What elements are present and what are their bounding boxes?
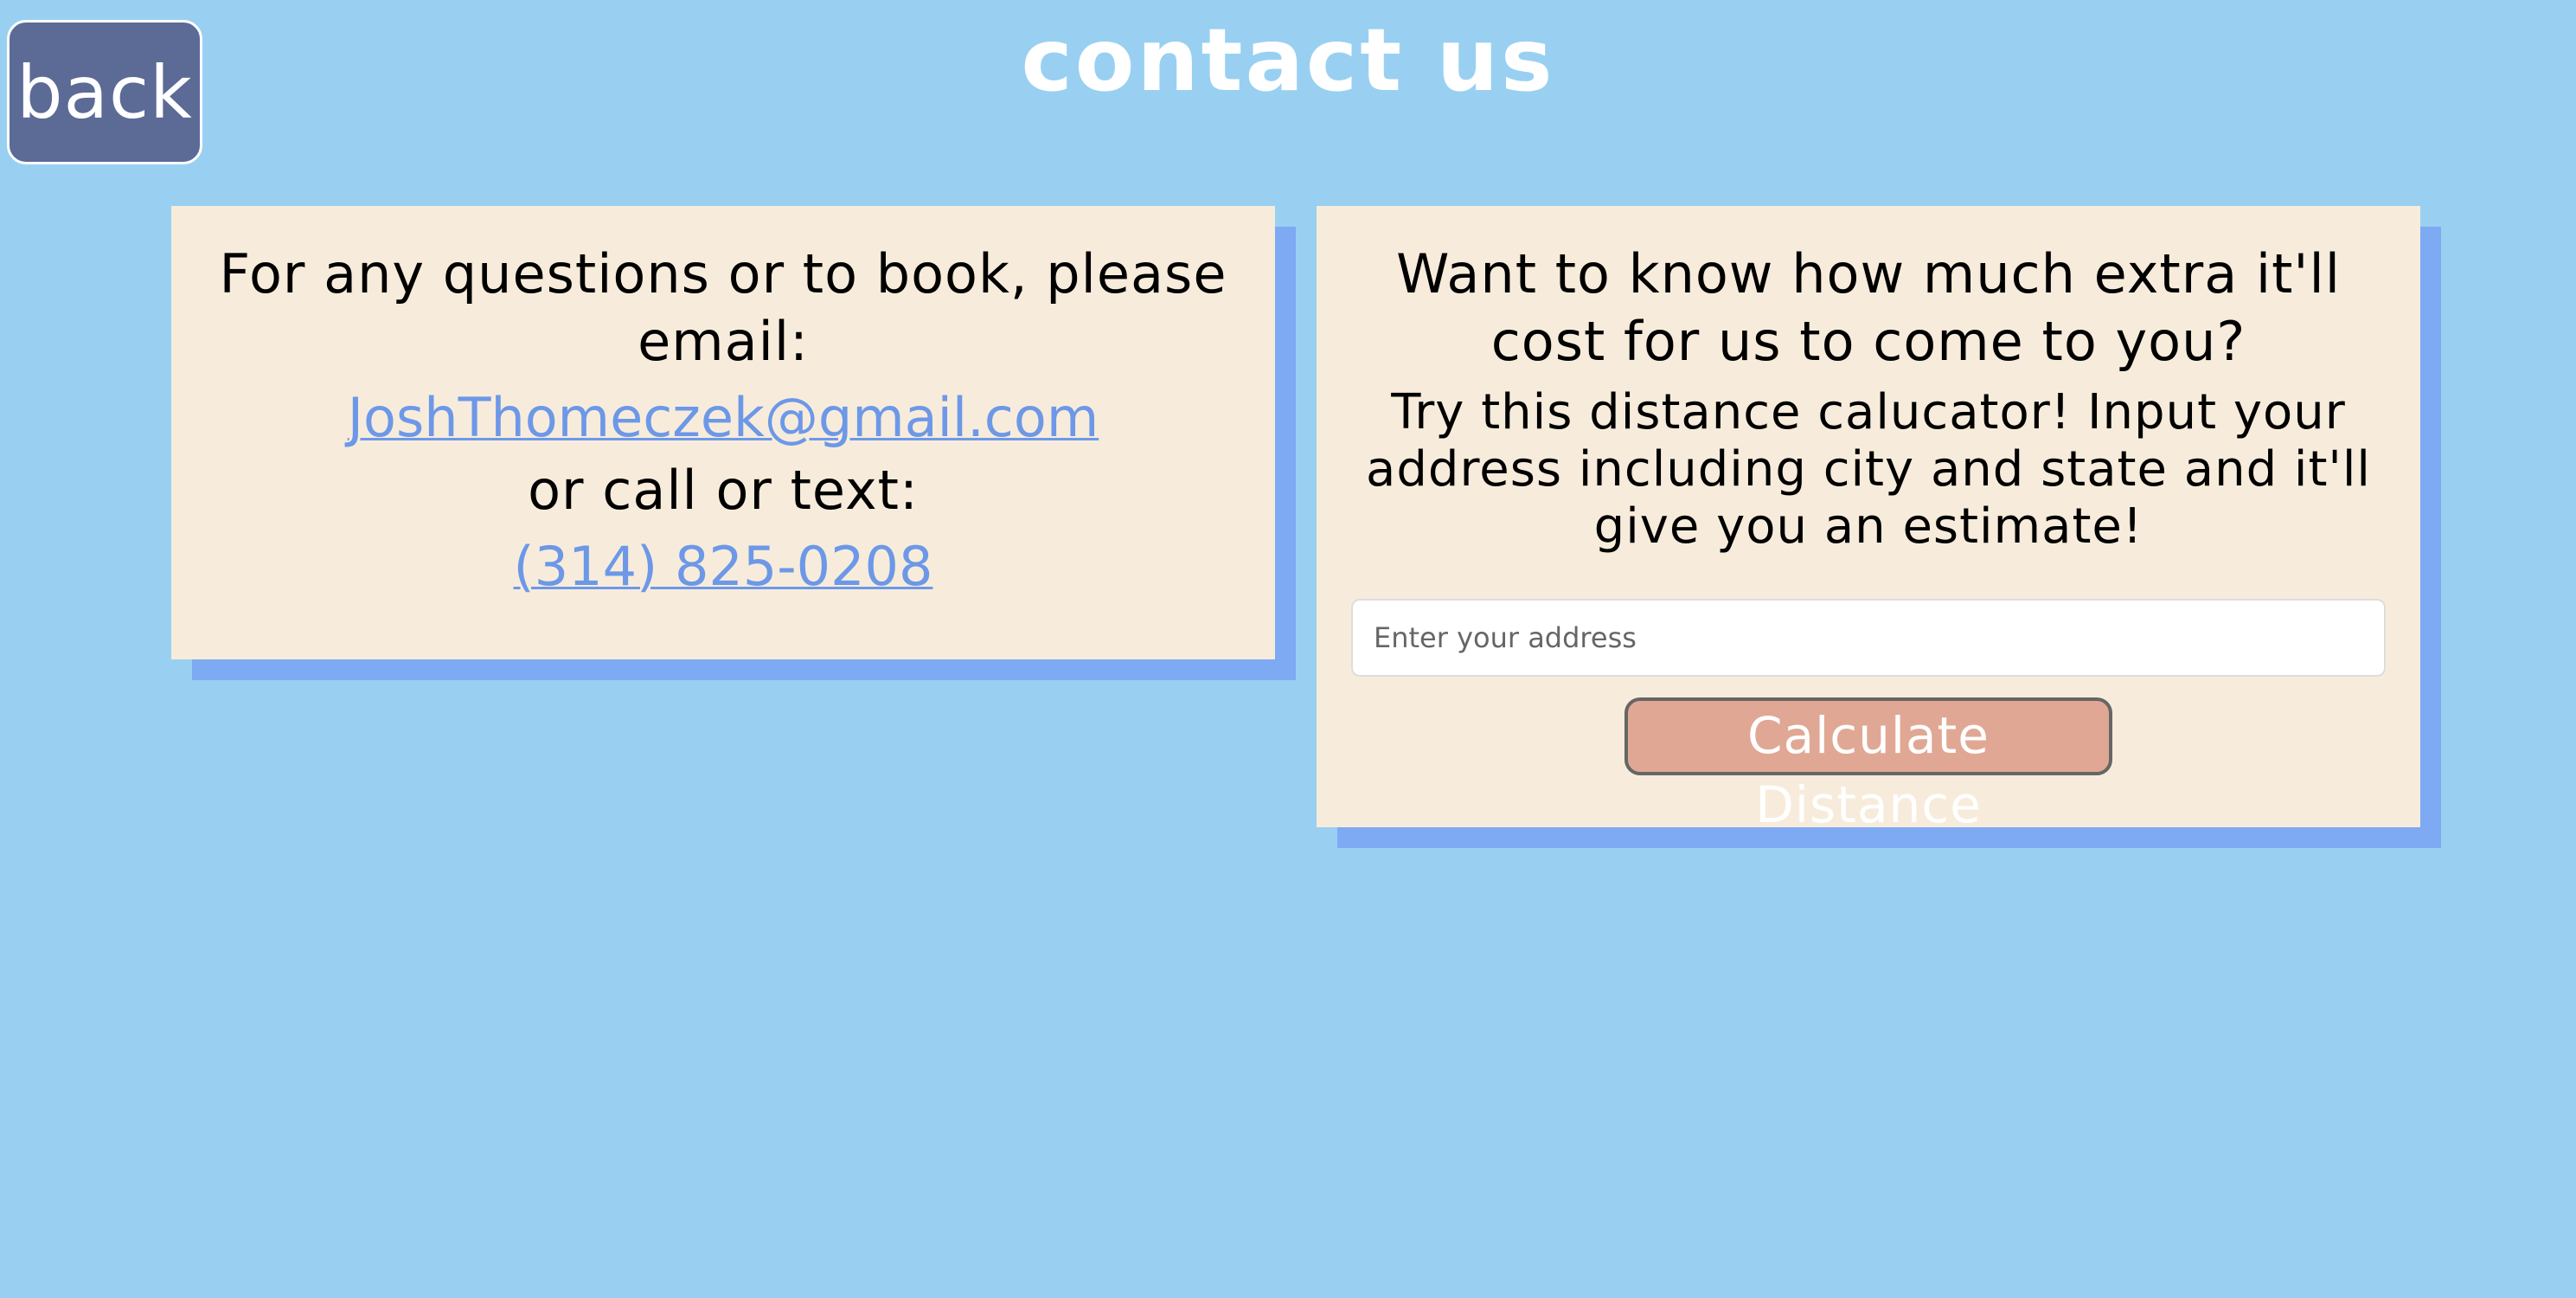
- email-link[interactable]: JoshThomeczek@gmail.com: [215, 384, 1232, 452]
- distance-instructions: Try this distance calucator! Input your …: [1366, 384, 2371, 555]
- call-text: or call or text:: [528, 459, 919, 522]
- calculate-distance-button[interactable]: Calculate Distance: [1624, 697, 2112, 834]
- address-input[interactable]: [1351, 599, 2386, 677]
- phone-link[interactable]: (314) 825-0208: [215, 533, 1232, 601]
- distance-calculator-card: Want to know how much extra it'll cost f…: [1317, 206, 2420, 834]
- contact-card: For any questions or to book, please ema…: [171, 206, 1275, 659]
- contact-intro-text: For any questions or to book, please ema…: [219, 242, 1227, 373]
- distance-heading: Want to know how much extra it'll cost f…: [1396, 242, 2341, 373]
- page-title: contact us: [1021, 10, 1555, 111]
